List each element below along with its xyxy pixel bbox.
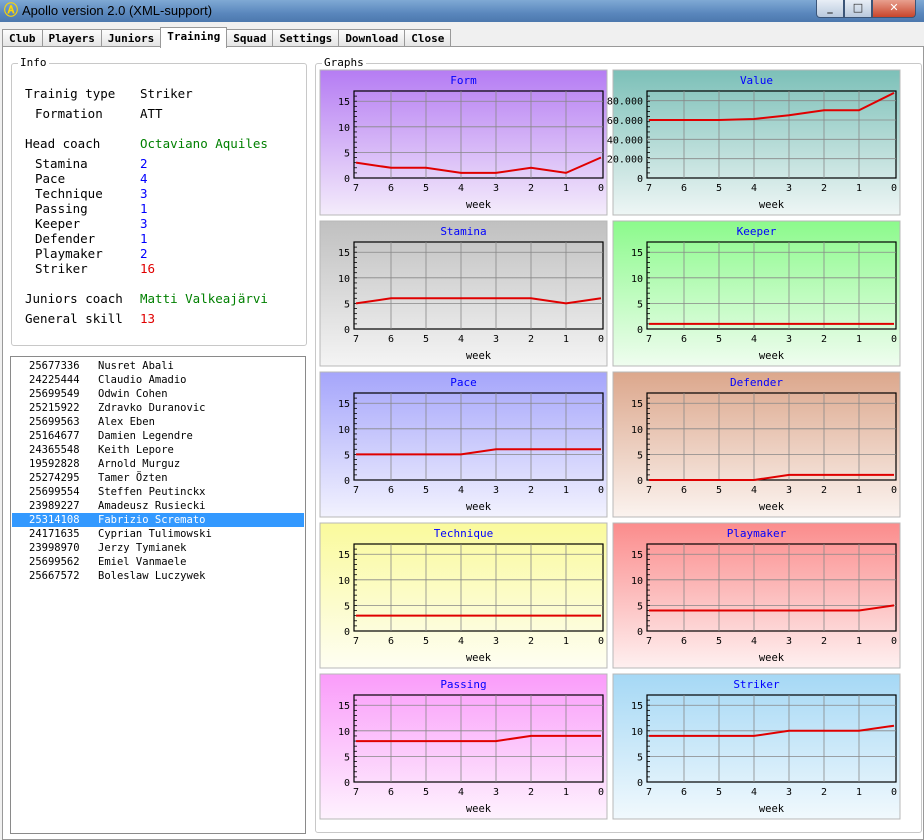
skill-label-technique: Technique (35, 186, 103, 201)
tab-settings[interactable]: Settings (272, 29, 340, 47)
list-item[interactable]: 24171635 Cyprian Tulimowski (12, 527, 304, 541)
player-name: Amadeusz Rusiecki (98, 500, 206, 512)
player-id: 25677336 (29, 360, 80, 372)
player-id: 25164677 (29, 430, 80, 442)
player-id: 25667572 (29, 570, 80, 582)
tab-club[interactable]: Club (2, 29, 43, 47)
player-id: 25699549 (29, 388, 80, 400)
list-item[interactable]: 25699563 Alex Eben (12, 415, 304, 429)
player-id: 25699562 (29, 556, 80, 568)
list-item[interactable]: 25314108 Fabrizio Scremato (12, 513, 304, 527)
list-item[interactable]: 25699554 Steffen Peutinckx (12, 485, 304, 499)
skill-label-pace: Pace (35, 171, 66, 186)
list-item[interactable]: 19592828 Arnold Murguz (12, 457, 304, 471)
list-item[interactable]: 25699562 Emiel Vanmaele (12, 555, 304, 569)
skill-value-keeper: 3 (140, 216, 148, 231)
juniors-coach-value: Matti Valkeajärvi (140, 291, 268, 306)
player-name: Odwin Cohen (98, 388, 168, 400)
app-window: Ⓐ Apollo version 2.0 (XML-support) _ □ ✕… (0, 0, 924, 840)
list-item[interactable]: 25274295 Tamer Özten (12, 471, 304, 485)
player-id: 24171635 (29, 528, 80, 540)
skill-label-defender: Defender (35, 231, 96, 246)
list-item[interactable]: 25677336 Nusret Abali (12, 359, 304, 373)
skill-value-technique: 3 (140, 186, 148, 201)
close-icon[interactable]: ✕ (872, 0, 916, 18)
window-title: Apollo version 2.0 (XML-support) (22, 3, 213, 18)
skill-value-playmaker: 2 (140, 246, 148, 261)
player-id: 25699554 (29, 486, 80, 498)
graphs-legend: Graphs (322, 56, 366, 69)
info-legend: Info (18, 56, 49, 69)
list-item[interactable]: 23998970 Jerzy Tymianek (12, 541, 304, 555)
list-item[interactable]: 24365548 Keith Lepore (12, 443, 304, 457)
skill-value-striker: 16 (140, 261, 156, 276)
player-list[interactable]: 25677336 Nusret Abali 24225444 Claudio Amad… (10, 356, 306, 834)
skill-label-passing: Passing (35, 201, 88, 216)
maximize-icon[interactable]: □ (844, 0, 872, 18)
player-name: Tamer Özten (98, 472, 168, 484)
player-name: Steffen Peutinckx (98, 486, 206, 498)
head-coach-value: Octaviano Aquiles (140, 136, 268, 151)
skill-value-pace: 4 (140, 171, 148, 186)
player-id: 25274295 (29, 472, 80, 484)
list-item[interactable]: 25215922 Zdravko Duranovic (12, 401, 304, 415)
skill-label-striker: Striker (35, 261, 88, 276)
graphs-group: Graphs (315, 56, 922, 833)
skill-label-stamina: Stamina (35, 156, 88, 171)
player-name: Emiel Vanmaele (98, 556, 187, 568)
player-name: Zdravko Duranovic (98, 402, 206, 414)
tab-download[interactable]: Download (338, 29, 406, 47)
player-id: 25215922 (29, 402, 80, 414)
skill-value-defender: 1 (140, 231, 148, 246)
player-name: Fabrizio Scremato (98, 514, 206, 526)
player-id: 25314108 (29, 514, 80, 526)
player-id: 25699563 (29, 416, 80, 428)
app-logo-icon: Ⓐ (4, 3, 18, 19)
player-id: 23998970 (29, 542, 80, 554)
player-id: 24225444 (29, 374, 80, 386)
tab-squad[interactable]: Squad (226, 29, 274, 47)
player-id: 19592828 (29, 458, 80, 470)
player-name: Nusret Abali (98, 360, 174, 372)
training-type-value: Striker (140, 86, 193, 101)
tab-close[interactable]: Close (404, 29, 452, 47)
player-name: Alex Eben (98, 416, 155, 428)
player-id: 24365548 (29, 444, 80, 456)
skill-value-stamina: 2 (140, 156, 148, 171)
formation-value: ATT (140, 106, 163, 121)
skill-value-passing: 1 (140, 201, 148, 216)
training-type-label: Trainig type (25, 86, 116, 101)
tab-players[interactable]: Players (41, 29, 102, 47)
list-item[interactable]: 25699549 Odwin Cohen (12, 387, 304, 401)
tab-bar: Club Players Juniors Training Squad Sett… (2, 27, 452, 48)
skill-label-playmaker: Playmaker (35, 246, 103, 261)
player-name: Cyprian Tulimowski (98, 528, 212, 540)
title-bar[interactable]: Ⓐ Apollo version 2.0 (XML-support) _ □ ✕ (0, 0, 924, 22)
list-item[interactable]: 23989227 Amadeusz Rusiecki (12, 499, 304, 513)
player-name: Boleslaw Luczywek (98, 570, 206, 582)
general-skill-value: 13 (140, 311, 156, 326)
list-item[interactable]: 24225444 Claudio Amadio (12, 373, 304, 387)
general-skill-label: General skill (25, 311, 123, 326)
juniors-coach-label: Juniors coach (25, 291, 123, 306)
player-name: Keith Lepore (98, 444, 174, 456)
tab-training[interactable]: Training (160, 27, 228, 48)
list-item[interactable]: 25164677 Damien Legendre (12, 429, 304, 443)
tab-juniors[interactable]: Juniors (100, 29, 162, 47)
formation-label: Formation (35, 106, 103, 121)
head-coach-label: Head coach (25, 136, 101, 151)
player-name: Jerzy Tymianek (98, 542, 187, 554)
player-name: Claudio Amadio (98, 374, 187, 386)
player-name: Arnold Murguz (98, 458, 181, 470)
list-item[interactable]: 25667572 Boleslaw Luczywek (12, 569, 304, 583)
skill-label-keeper: Keeper (35, 216, 81, 231)
player-id: 23989227 (29, 500, 80, 512)
player-name: Damien Legendre (98, 430, 193, 442)
minimize-icon[interactable]: _ (816, 0, 844, 18)
